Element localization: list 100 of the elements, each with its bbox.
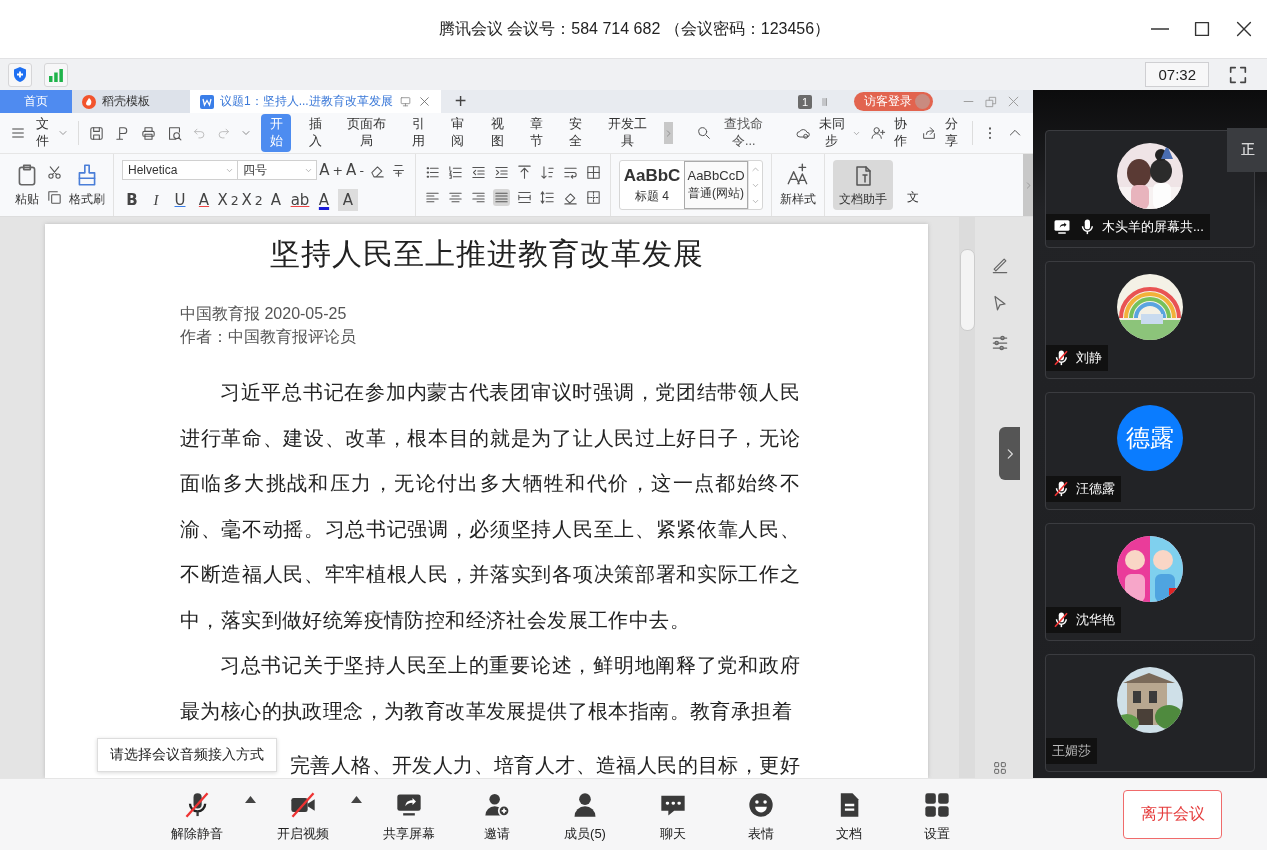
- search-icon: [696, 125, 713, 141]
- outdent-icon[interactable]: [470, 164, 487, 181]
- file-menu[interactable]: 文件: [10, 116, 69, 150]
- participant-tile[interactable]: 刘静: [1045, 261, 1255, 379]
- character-shading-button[interactable]: A: [338, 189, 358, 211]
- ribbon-tab[interactable]: 安全: [560, 114, 591, 152]
- ribbon-tab[interactable]: 视图: [482, 114, 513, 152]
- document-title: 坚持人民至上推进教育改革发展: [268, 236, 705, 272]
- new-tab-button[interactable]: +: [440, 90, 481, 113]
- scrollbar[interactable]: [959, 217, 975, 778]
- ribbon-tab[interactable]: 审阅: [442, 114, 473, 152]
- participant-name: 汪德露: [1076, 480, 1115, 498]
- security-button[interactable]: [8, 62, 32, 87]
- page-count: 1: [797, 94, 812, 109]
- ribbon-label: 文: [906, 188, 919, 206]
- font-size-field[interactable]: 四号: [237, 160, 317, 180]
- documents-button[interactable]: 文档: [807, 786, 891, 843]
- print-icon[interactable]: [139, 124, 157, 142]
- ribbon-tab[interactable]: 页面布局: [339, 114, 395, 152]
- format-painter-button[interactable]: 格式刷: [69, 162, 105, 208]
- document-tab[interactable]: 稻壳模板: [72, 90, 190, 113]
- text-line: 完善人格、开发人力、培育人才、造福人民的目标，更好: [289, 753, 800, 778]
- avatar: 德露: [1117, 405, 1183, 471]
- close-icon: [417, 95, 431, 108]
- window-title: 腾讯会议 会议号：584 714 682 （会议密码：123456）: [437, 18, 832, 39]
- participant-tile[interactable]: 沈华艳: [1045, 523, 1255, 641]
- indent-icon[interactable]: [493, 164, 510, 181]
- font-field[interactable]: Helvetica: [122, 160, 238, 180]
- bold-button[interactable]: B: [122, 189, 142, 211]
- bullet-list-icon[interactable]: [424, 164, 441, 181]
- share-screen-button[interactable]: 共享屏幕: [367, 786, 451, 843]
- highlight-button[interactable]: ab: [290, 189, 310, 211]
- style-option[interactable]: AaBbC 标题 4: [620, 161, 684, 209]
- signal-icon: [48, 67, 64, 82]
- crossed-microphone-icon: [183, 790, 211, 819]
- line-spacing-icon[interactable]: [539, 189, 556, 206]
- underline-button[interactable]: U: [170, 189, 190, 211]
- scrollbar-thumb[interactable]: [959, 249, 975, 331]
- chat-button[interactable]: 聊天: [631, 786, 715, 843]
- command-search[interactable]: 查找命令...: [696, 116, 773, 150]
- share-button[interactable]: 分享: [920, 116, 964, 150]
- copy-icon[interactable]: [46, 189, 63, 206]
- participant-name: 王媚莎: [1052, 742, 1091, 760]
- sort-icon[interactable]: [539, 164, 556, 181]
- audio-tooltip: 请选择会议音频接入方式: [97, 738, 277, 772]
- sharing-notice: 正: [1227, 128, 1267, 172]
- unmute-button[interactable]: 解除静音: [155, 786, 239, 843]
- text-effect-button[interactable]: A: [266, 189, 286, 211]
- strikethrough-button[interactable]: A: [194, 189, 214, 211]
- menu-icon: [10, 125, 26, 141]
- ribbon-tab[interactable]: 引用: [403, 114, 434, 152]
- share-icon: [920, 125, 937, 141]
- collaborate-button[interactable]: 协作: [869, 116, 912, 150]
- distribute-icon[interactable]: [516, 189, 533, 206]
- reaction-button[interactable]: 表情: [719, 786, 803, 843]
- person-add-icon: [869, 125, 886, 141]
- document-app-icon: [200, 94, 214, 109]
- document-tab[interactable]: 议题1：坚持人...进教育改革发展: [190, 90, 441, 113]
- new-style-button[interactable]: 新样式: [780, 162, 816, 208]
- muted-microphone-icon: [1052, 610, 1070, 630]
- invite-button[interactable]: 邀请: [455, 786, 539, 843]
- ribbon-tab[interactable]: 插入: [300, 114, 331, 152]
- italic-button[interactable]: I: [146, 189, 166, 211]
- document-source: 中国教育报 2020-05-25: [180, 304, 348, 324]
- members-button[interactable]: 成员(5): [543, 786, 627, 843]
- save-icon[interactable]: [87, 124, 105, 142]
- ribbon-tab[interactable]: 章节: [521, 114, 552, 152]
- sliders-icon[interactable]: [990, 333, 1010, 353]
- document-author: 作者：中国教育报评论员: [180, 327, 357, 347]
- crossed-camera-icon: [289, 790, 317, 819]
- numbered-list-icon[interactable]: [447, 164, 464, 181]
- expand-panel-button[interactable]: [999, 427, 1020, 480]
- participant-tile[interactable]: 德露 汪德露: [1045, 392, 1255, 510]
- paste-button[interactable]: 粘贴: [14, 162, 40, 208]
- monitor-icon: [398, 95, 412, 108]
- participant-name: 沈华艳: [1076, 611, 1115, 629]
- table-icon[interactable]: [585, 164, 602, 181]
- muted-microphone-icon: [1052, 479, 1070, 499]
- style-option[interactable]: AaBbCcD 普通(网站): [684, 161, 748, 209]
- video-button[interactable]: 开启视频: [261, 786, 345, 843]
- leave-meeting-button[interactable]: 离开会议: [1123, 790, 1222, 839]
- grid-icon[interactable]: [992, 760, 1008, 776]
- muted-microphone-icon: [1052, 348, 1070, 368]
- network-button[interactable]: [44, 62, 68, 87]
- avatar-icon: [915, 94, 930, 109]
- text-direction-icon[interactable]: [516, 164, 533, 181]
- meeting-timer: 07:32: [1145, 62, 1209, 87]
- flame-icon: [82, 94, 96, 109]
- border-icon[interactable]: [585, 189, 602, 206]
- sync-button[interactable]: 未同步: [795, 116, 861, 150]
- participant-name: 木头羊的屏幕共...: [1102, 218, 1204, 236]
- caret-icon: [350, 794, 362, 803]
- participant-tile[interactable]: 王媚莎: [1045, 654, 1255, 772]
- scissors-icon[interactable]: [46, 164, 63, 181]
- font-color-button[interactable]: A: [314, 189, 334, 211]
- shield-icon: [12, 66, 28, 83]
- participant-name: 刘静: [1076, 349, 1102, 367]
- document-assistant-button[interactable]: 文档助手: [833, 160, 893, 210]
- settings-button[interactable]: 设置: [895, 786, 979, 843]
- ribbon-tab[interactable]: 开发工具: [600, 114, 655, 152]
